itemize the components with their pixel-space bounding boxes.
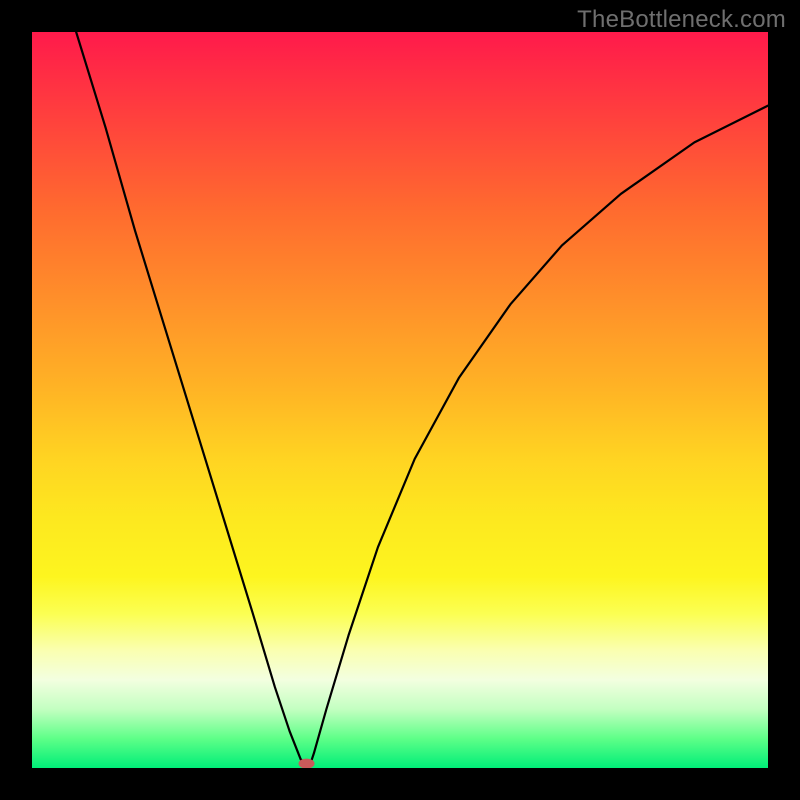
plot-area bbox=[32, 32, 768, 768]
bottleneck-curve bbox=[76, 32, 768, 764]
watermark-text: TheBottleneck.com bbox=[577, 6, 786, 34]
chart-frame: TheBottleneck.com bbox=[0, 0, 800, 800]
chart-svg bbox=[32, 32, 768, 768]
